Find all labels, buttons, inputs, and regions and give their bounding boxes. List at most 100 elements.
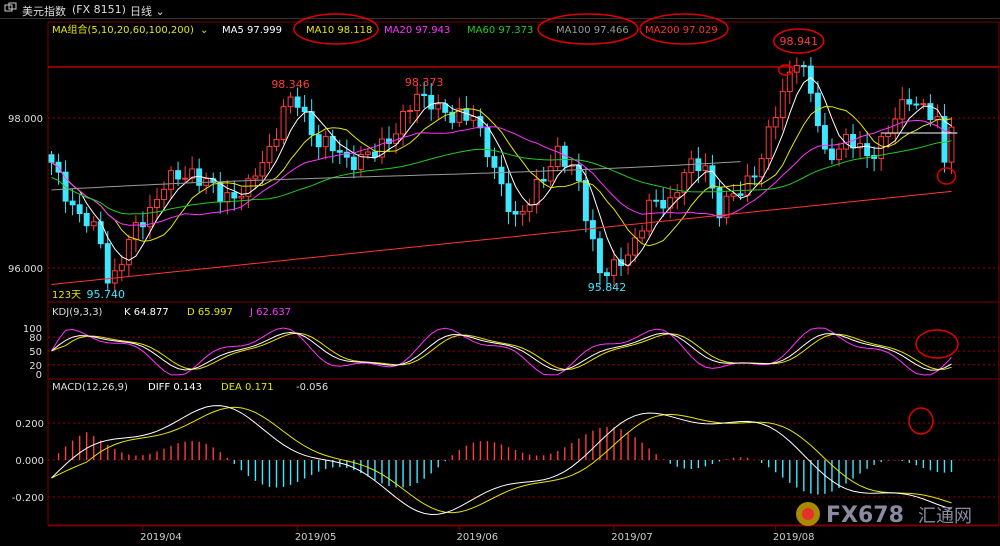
candle-up	[632, 237, 639, 256]
kdj-d-line	[51, 332, 952, 371]
candle-up	[435, 103, 442, 110]
candle-down	[709, 165, 716, 189]
candle-down	[751, 175, 758, 178]
candle-up	[111, 270, 118, 284]
candle-up	[414, 93, 421, 112]
candle-down	[828, 148, 835, 161]
price-tick-label: 96.000	[8, 264, 43, 275]
annotation-circle-kdj	[915, 329, 959, 359]
candle-down	[498, 166, 505, 185]
candle-up	[744, 175, 751, 196]
candle-down	[69, 200, 76, 206]
ma5-legend: MA5 97.999	[222, 25, 282, 36]
kdj-j-legend: J 62.637	[249, 307, 291, 318]
month-label: 2019/08	[773, 532, 815, 543]
candle-up	[681, 172, 688, 194]
macd-tick-label: -0.200	[12, 493, 44, 504]
candle-down	[428, 95, 435, 110]
candle-up	[836, 148, 842, 161]
annotation-circle-low	[936, 167, 957, 185]
candle-up	[688, 158, 695, 174]
kdj-k-legend: K 64.877	[124, 307, 169, 318]
stock-chart[interactable]: 98.00096.00010080502000.2000.000-0.20020…	[0, 0, 1000, 546]
candle-down	[596, 238, 603, 274]
candle-up	[899, 99, 906, 120]
candle-up	[125, 239, 132, 266]
candle-up	[364, 151, 371, 155]
kdj-tick-label: 80	[29, 333, 42, 344]
candle-up	[639, 230, 646, 239]
low-label-left: 95.740	[87, 288, 126, 301]
macd-dea-legend: DEA 0.171	[221, 382, 274, 393]
candle-down	[175, 170, 182, 180]
candle-up	[161, 188, 167, 201]
candle-up	[519, 211, 526, 215]
candle-up	[793, 65, 800, 73]
candle-down	[653, 199, 660, 202]
kdj-tick-label: 0	[36, 370, 42, 381]
candle-down	[301, 106, 308, 113]
candle-up	[182, 177, 189, 180]
candle-up	[273, 139, 280, 148]
candles-group	[48, 57, 955, 292]
candle-down	[371, 151, 378, 158]
candle-up	[238, 195, 245, 199]
candle-down	[589, 220, 596, 240]
candle-up	[118, 264, 125, 272]
low-label-mid: 95.842	[588, 281, 627, 294]
candle-up	[266, 146, 273, 164]
candle-down	[906, 99, 913, 105]
fx678-logo-inner	[802, 508, 814, 520]
candle-up	[772, 117, 779, 128]
candle-down	[315, 134, 322, 148]
candle-up	[667, 197, 674, 209]
candle-down	[512, 211, 519, 215]
month-label: 2019/05	[295, 532, 337, 543]
macd-tick-label: 0.200	[15, 419, 44, 430]
watermark-brand: FX678	[826, 503, 904, 528]
candle-down	[491, 156, 498, 168]
ma100-line	[51, 161, 741, 191]
candle-down	[104, 243, 111, 284]
macd-tick-label: 0.000	[15, 456, 44, 467]
kdj-k-line	[51, 331, 952, 371]
candle-down	[217, 181, 224, 203]
candle-up	[252, 175, 259, 180]
macd-bars-group	[57, 426, 953, 495]
candle-down	[336, 150, 343, 153]
candle-up	[674, 192, 681, 199]
chevron-down-icon: ⌄	[200, 25, 208, 36]
candle-down	[231, 192, 238, 199]
candle-down	[864, 143, 871, 157]
candle-up	[554, 145, 561, 168]
ma20-legend: MA20 97.943	[384, 25, 450, 36]
month-label: 2019/04	[140, 532, 182, 543]
chart-frame	[47, 21, 1000, 526]
ma10-legend: MA10 98.118	[306, 25, 372, 36]
candle-up	[702, 165, 709, 172]
candle-down	[737, 193, 744, 196]
candle-down	[343, 151, 350, 158]
macd-diff-legend: DIFF 0.143	[148, 382, 202, 393]
candle-down	[941, 116, 948, 163]
kdj-legend-name: KDJ(9,3,3)	[52, 307, 103, 318]
candle-up	[224, 192, 231, 203]
candle-up	[280, 106, 287, 141]
high-label-1: 98.346	[271, 78, 310, 91]
candle-down	[484, 127, 491, 158]
candle-down	[660, 199, 667, 209]
candle-down	[76, 204, 83, 215]
macd-value-legend: -0.056	[296, 382, 328, 393]
candle-down	[83, 213, 90, 227]
candle-up	[259, 162, 266, 177]
candle-up	[885, 132, 892, 138]
high-label-3: 98.941	[780, 35, 819, 48]
candle-up	[154, 199, 160, 209]
candle-up	[611, 259, 617, 277]
ma100-legend: MA100 97.466	[556, 25, 629, 36]
candle-up	[287, 96, 294, 108]
candle-down	[604, 272, 610, 276]
candle-down	[442, 103, 449, 113]
macd-legend-name: MACD(12,26,9)	[52, 382, 128, 393]
high-label-2: 98.373	[405, 76, 444, 89]
